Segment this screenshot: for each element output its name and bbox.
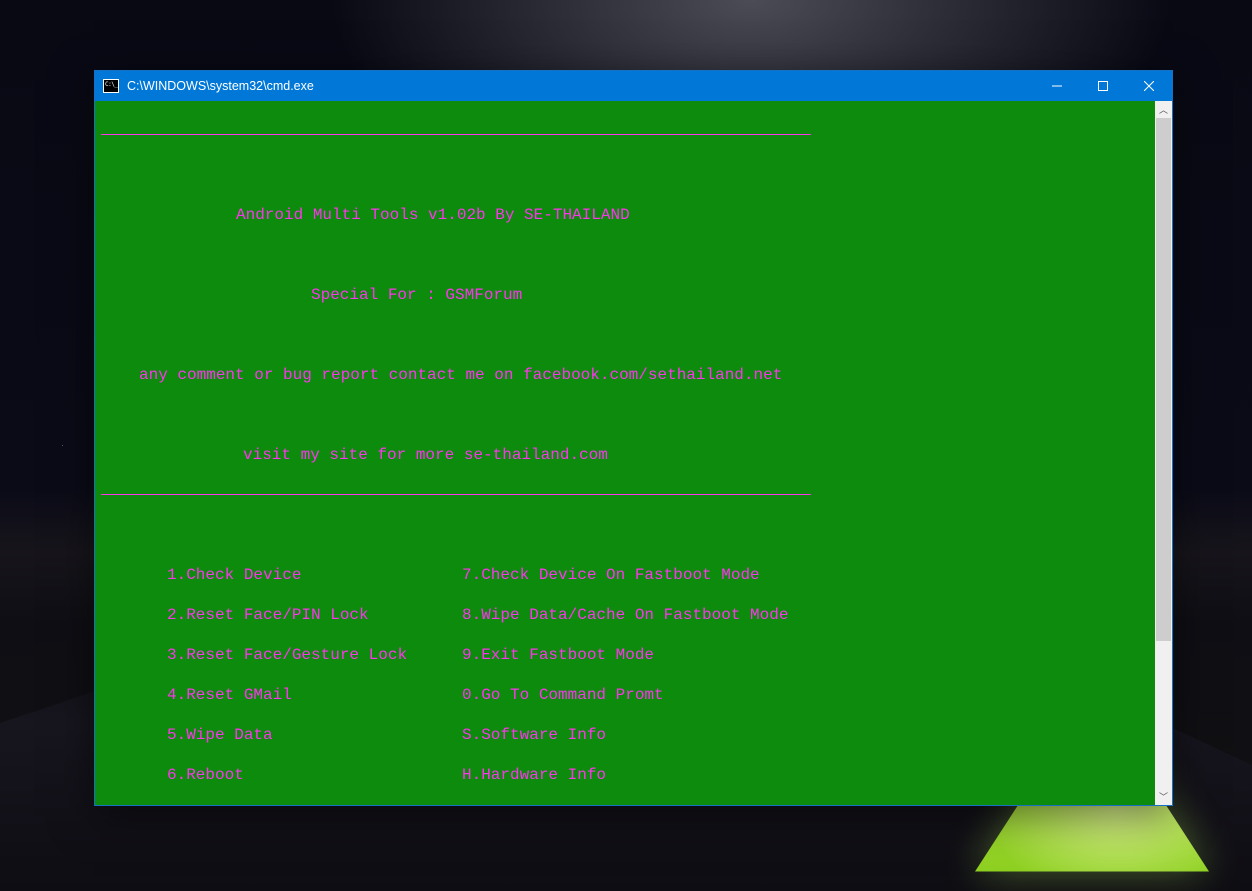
chevron-up-icon: ︿ xyxy=(1159,103,1168,116)
close-icon xyxy=(1144,81,1154,91)
vertical-scrollbar[interactable]: ︿ ﹀ xyxy=(1155,101,1172,805)
header-line-1: Android Multi Tools v1.02b By SE-THAILAN… xyxy=(101,205,1155,225)
menu-item-7: 7.Check Device On Fastboot Mode xyxy=(462,565,1155,585)
chevron-down-icon: ﹀ xyxy=(1159,790,1168,803)
window-title: C:\WINDOWS\system32\cmd.exe xyxy=(127,79,314,93)
scrollbar-thumb[interactable] xyxy=(1156,118,1171,641)
close-button[interactable] xyxy=(1126,71,1172,101)
minimize-icon xyxy=(1052,81,1062,91)
menu-item-6: 6.Reboot xyxy=(167,765,462,785)
maximize-icon xyxy=(1098,81,1108,91)
minimize-button[interactable] xyxy=(1034,71,1080,101)
header-line-3: any comment or bug report contact me on … xyxy=(101,365,1155,385)
menu-item-8: 8.Wipe Data/Cache On Fastboot Mode xyxy=(462,605,1155,625)
menu-item-3: 3.Reset Face/Gesture Lock xyxy=(167,645,462,665)
client-area: Android Multi Tools v1.02b By SE-THAILAN… xyxy=(95,101,1172,805)
scrollbar-track[interactable] xyxy=(1155,118,1172,788)
menu-item-0: 0.Go To Command Promt xyxy=(462,685,1155,705)
menu-item-h: H.Hardware Info xyxy=(462,765,1155,785)
scroll-down-button[interactable]: ﹀ xyxy=(1155,788,1172,805)
menu-item-2: 2.Reset Face/PIN Lock xyxy=(167,605,462,625)
maximize-button[interactable] xyxy=(1080,71,1126,101)
console-output[interactable]: Android Multi Tools v1.02b By SE-THAILAN… xyxy=(95,101,1155,805)
menu-item-s: S.Software Info xyxy=(462,725,1155,745)
cmd-window: C:\WINDOWS\system32\cmd.exe Android Mult… xyxy=(94,70,1173,806)
cmd-icon xyxy=(103,79,119,93)
header-line-2: Special For : GSMForum xyxy=(101,285,1155,305)
menu-item-1: 1.Check Device xyxy=(167,565,462,585)
window-titlebar[interactable]: C:\WINDOWS\system32\cmd.exe xyxy=(95,71,1172,101)
header-line-4: visit my site for more se-thailand.com xyxy=(101,445,1155,465)
scroll-up-button[interactable]: ︿ xyxy=(1155,101,1172,118)
menu-item-9: 9.Exit Fastboot Mode xyxy=(462,645,1155,665)
menu-item-5: 5.Wipe Data xyxy=(167,725,462,745)
menu-item-4: 4.Reset GMail xyxy=(167,685,462,705)
